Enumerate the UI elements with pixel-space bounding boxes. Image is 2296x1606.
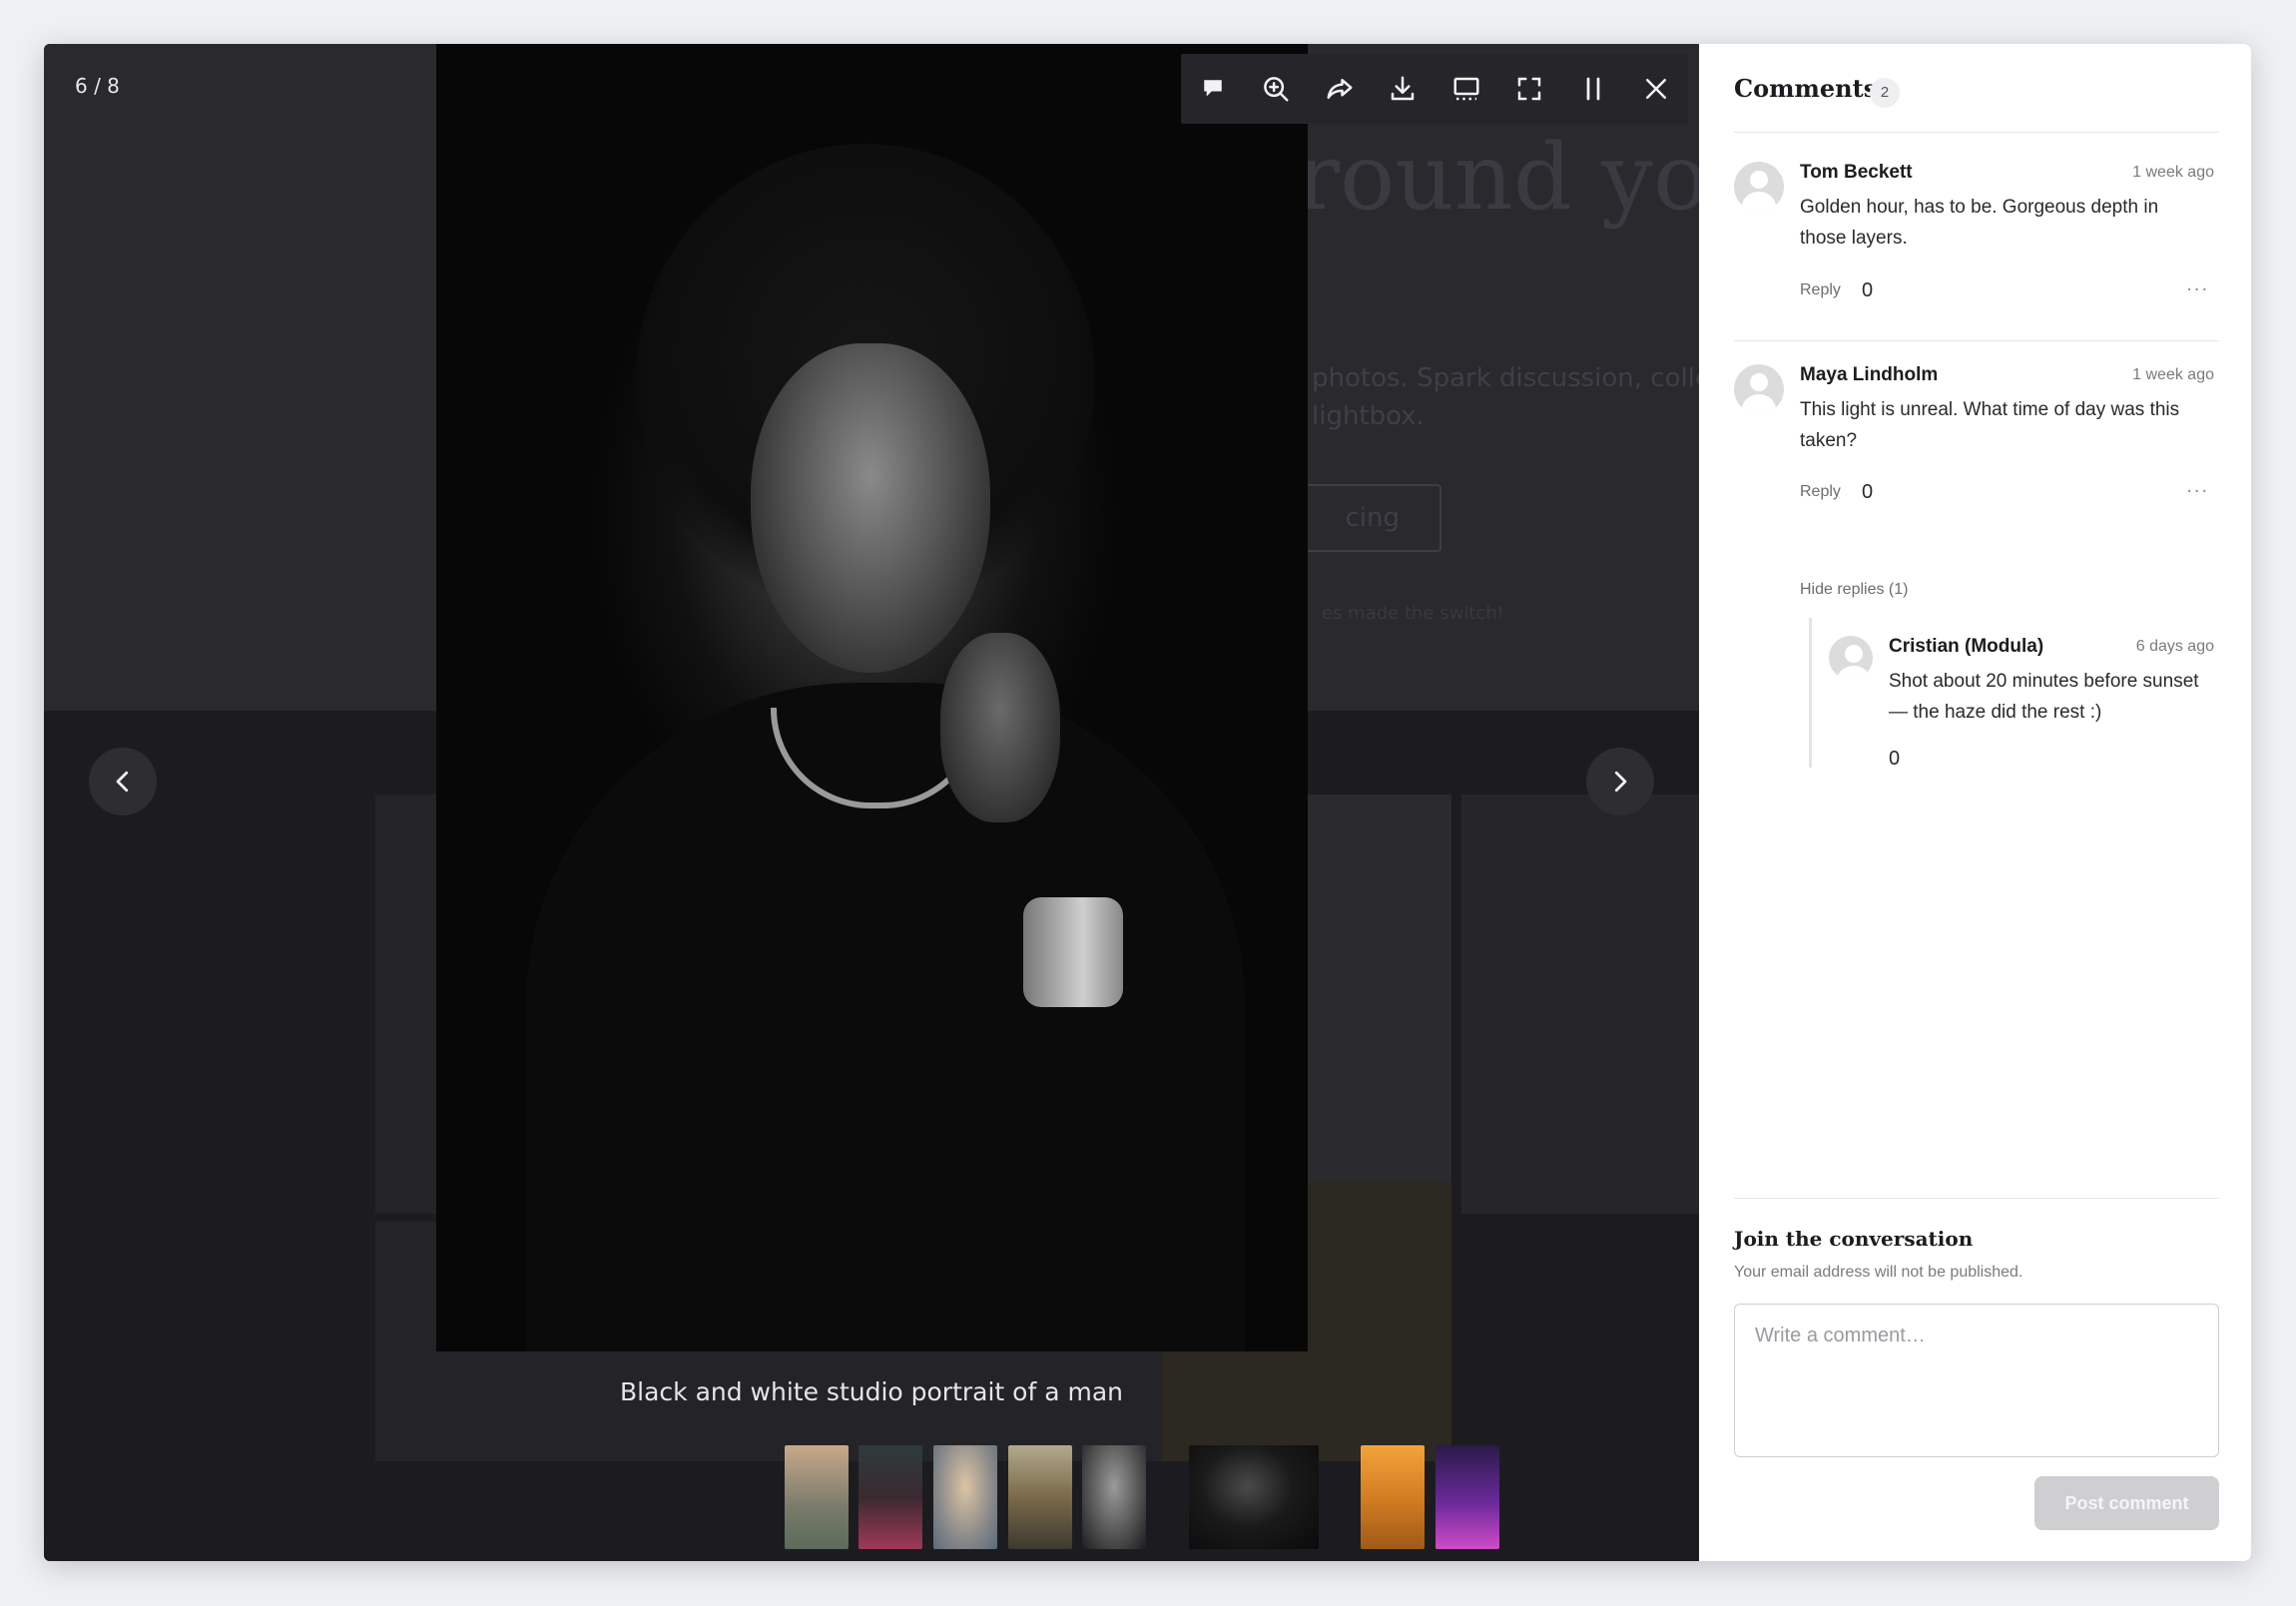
reply-thread-line [1809,618,1812,768]
like-count[interactable]: 0 [1862,279,1873,302]
comment-button[interactable] [1191,67,1235,111]
reply-item: Cristian (Modula) 6 days ago Shot about … [1829,636,2219,776]
thumb-mountain-sunset[interactable] [785,1445,849,1549]
more-options-button[interactable]: ... [2186,475,2209,498]
background-small-text: es made the switch! [1322,603,1504,624]
previous-image-button[interactable] [89,748,157,815]
next-image-button[interactable] [1586,748,1654,815]
comment-input[interactable] [1734,1304,2219,1457]
hide-replies-button[interactable]: Hide replies (1) [1800,581,1908,599]
background-text: photos. Spark discussion, collect ur Mod… [1312,363,1699,431]
comment-text: Golden hour, has to be. Gorgeous depth i… [1800,197,2159,249]
avatar [1734,162,1784,212]
reply-like-count[interactable]: 0 [1889,748,1900,771]
download-button[interactable] [1381,67,1425,111]
join-title: Join the conversation [1734,1227,1974,1251]
background-heading: round your [1296,124,1699,231]
share-button[interactable] [1318,67,1362,111]
photo-bracelet [1023,897,1123,1007]
share-icon [1327,79,1353,99]
thumb-orange-mountains[interactable] [1361,1445,1425,1549]
thumb-man-portrait[interactable] [1082,1445,1146,1549]
reply-author: Cristian (Modula) [1889,636,2044,657]
comment-icon [1204,80,1222,97]
close-button[interactable] [1634,67,1678,111]
thumb-neon-street[interactable] [859,1445,922,1549]
avatar [1829,636,1873,680]
reply-text: Shot about 20 minutes before sunset — th… [1889,671,2199,723]
chevron-left-icon [116,771,129,793]
thumb-woman-portrait[interactable] [933,1445,997,1549]
chevron-right-icon [1614,771,1627,793]
download-icon [1392,76,1415,101]
zoom-in-icon [1264,77,1289,102]
fullscreen-button[interactable] [1507,67,1551,111]
comments-title: Comments [1734,74,1878,103]
thumb-bw-portrait-active[interactable] [1189,1445,1319,1549]
comment-time: 1 week ago [2132,366,2214,383]
viewer-toolbar [1181,54,1688,124]
pause-icon [1586,77,1600,101]
fullscreen-icon [1518,77,1541,101]
thumbnails-icon [1453,77,1479,101]
comment-author: Maya Lindholm [1800,364,1939,385]
divider [1734,132,2219,133]
comments-count-badge: 2 [1870,78,1900,108]
reply-button[interactable]: Reply [1800,281,1841,299]
close-icon [1646,79,1667,99]
comment-author: Tom Beckett [1800,162,1913,183]
thumbnails-button[interactable] [1444,67,1488,111]
photo-face [751,343,990,673]
divider [1734,1198,2219,1199]
comment-time: 1 week ago [2132,164,2214,181]
comments-panel: Comments 2 Tom Beckett 1 week ago Golden… [1699,44,2251,1561]
image-viewer: round your photos. Spark discussion, col… [44,44,1699,1561]
pause-button[interactable] [1571,67,1615,111]
photo-hand [940,633,1060,822]
image-counter: 6 / 8 [75,74,120,98]
background-tile [1461,795,1699,1214]
divider [1734,340,2219,341]
thumb-purple-city[interactable] [1435,1445,1499,1549]
more-options-button[interactable]: ... [2186,273,2209,296]
main-photo [436,44,1308,1351]
lightbox: round your photos. Spark discussion, col… [44,44,2251,1561]
thumb-misty-valley[interactable] [1008,1445,1072,1549]
comment-text: This light is unreal. What time of day w… [1800,399,2180,451]
avatar [1734,364,1784,414]
post-comment-button[interactable]: Post comment [2034,1476,2219,1530]
comment-item: Maya Lindholm 1 week ago This light is u… [1734,364,2219,784]
like-count[interactable]: 0 [1862,481,1873,504]
reply-button[interactable]: Reply [1800,483,1841,501]
zoom-in-button[interactable] [1254,67,1298,111]
image-caption: Black and white studio portrait of a man [619,1377,1124,1406]
thumbnail-strip [44,1445,1699,1549]
comment-item: Tom Beckett 1 week ago Golden hour, has … [1734,162,2219,341]
reply-time: 6 days ago [2135,638,2214,655]
join-subtitle: Your email address will not be published… [1734,1264,2023,1281]
